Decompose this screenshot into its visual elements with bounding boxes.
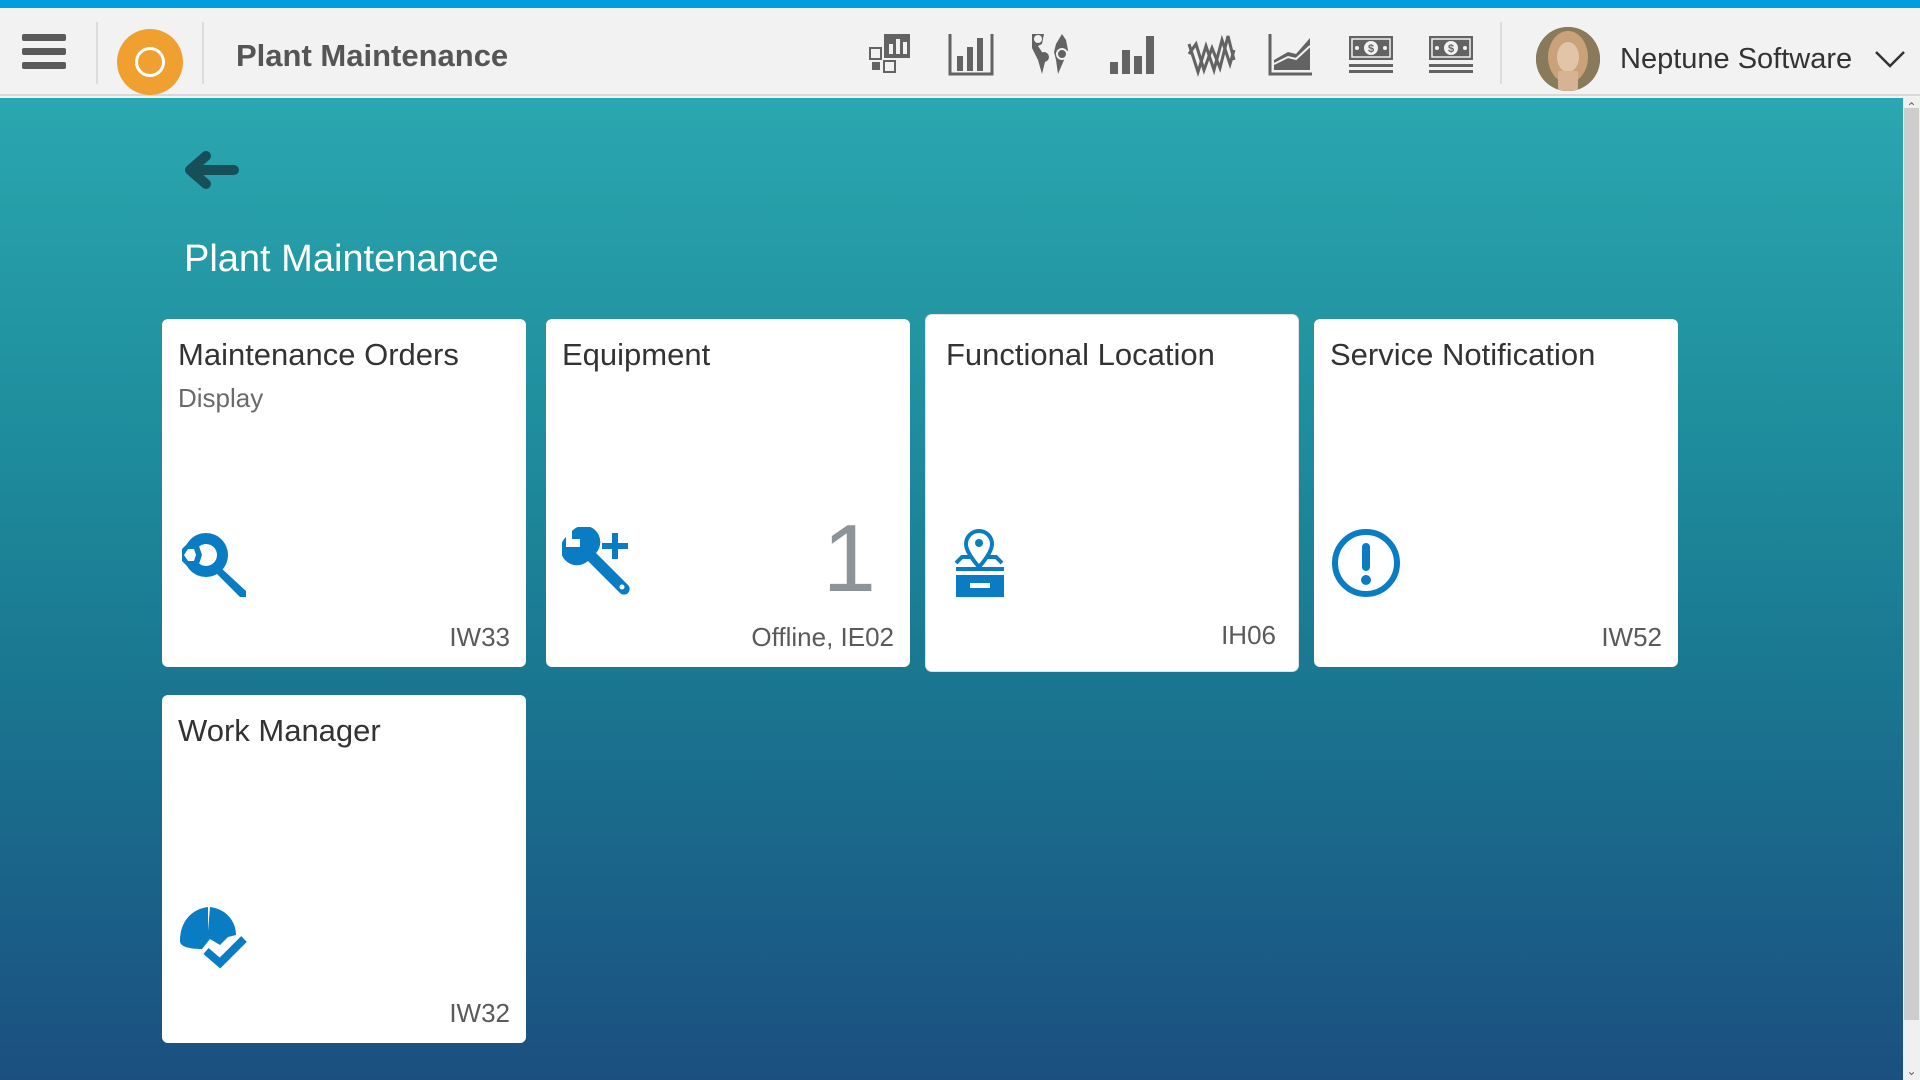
svg-text:$: $ (1368, 43, 1374, 55)
user-avatar[interactable] (1536, 27, 1600, 91)
back-arrow-icon[interactable] (182, 148, 240, 192)
vertical-scrollbar[interactable]: ⌃ ⌄ (1903, 98, 1920, 1080)
scrollbar-thumb[interactable] (1904, 108, 1919, 1020)
tile-footer: IW52 (1601, 622, 1662, 652)
world-map-icon[interactable] (1026, 30, 1076, 78)
launchpad-content: Plant Maintenance Maintenance Orders Dis… (0, 98, 1903, 1080)
tile-footer: Offline, IE02 (751, 622, 894, 652)
tile-count: 1 (822, 505, 876, 612)
hamburger-menu-icon[interactable] (22, 34, 66, 72)
area-chart-icon[interactable] (1266, 30, 1316, 78)
page-title: Plant Maintenance (184, 238, 499, 280)
tile-title: Work Manager (178, 713, 381, 748)
scroll-down-icon[interactable]: ⌄ (1903, 1064, 1920, 1078)
line-chart-zigzag-icon[interactable] (1186, 30, 1236, 78)
bar-chart-axis-icon[interactable] (946, 30, 996, 78)
top-accent-bar (0, 0, 1920, 8)
tile-footer: IH06 (1221, 620, 1276, 650)
tile-title: Equipment (562, 337, 711, 372)
tile-subtitle: Display (178, 383, 264, 413)
circle-logo-icon[interactable] (117, 29, 183, 95)
tile-functional-location[interactable]: Functional Location IH06 (926, 315, 1298, 671)
bar-chart-icon[interactable] (1106, 30, 1156, 78)
header-divider (202, 22, 204, 84)
money-bills-icon[interactable]: $ (1346, 30, 1396, 78)
dashboard-chart-icon[interactable] (866, 30, 916, 78)
location-box-icon (954, 527, 1026, 599)
wrench-add-icon (560, 525, 634, 599)
tile-footer: IW32 (449, 998, 510, 1028)
user-menu[interactable]: Neptune Software (1536, 27, 1906, 91)
tile-maintenance-orders[interactable]: Maintenance Orders Display IW33 (162, 319, 526, 667)
shell-header: Plant Maintenance $ $ Neptune Software (0, 8, 1920, 96)
helmet-check-icon (178, 903, 250, 975)
tile-service-notification[interactable]: Service Notification IW52 (1314, 319, 1678, 667)
money-bills-icon[interactable]: $ (1426, 30, 1476, 78)
tile-title: Functional Location (946, 337, 1215, 372)
tile-title: Service Notification (1330, 337, 1596, 372)
tile-footer: IW33 (449, 622, 510, 652)
svg-text:$: $ (1448, 43, 1454, 55)
alert-circle-icon (1330, 527, 1402, 599)
header-divider (96, 22, 98, 84)
user-name: Neptune Software (1620, 42, 1853, 75)
tile-title: Maintenance Orders (178, 337, 459, 372)
tile-equipment[interactable]: Equipment 1 Offline, IE02 (546, 319, 910, 667)
chevron-down-icon[interactable] (1874, 49, 1906, 69)
header-divider (1500, 22, 1502, 84)
wrench-search-icon (178, 527, 250, 599)
app-title: Plant Maintenance (236, 38, 509, 73)
tile-work-manager[interactable]: Work Manager IW32 (162, 695, 526, 1043)
